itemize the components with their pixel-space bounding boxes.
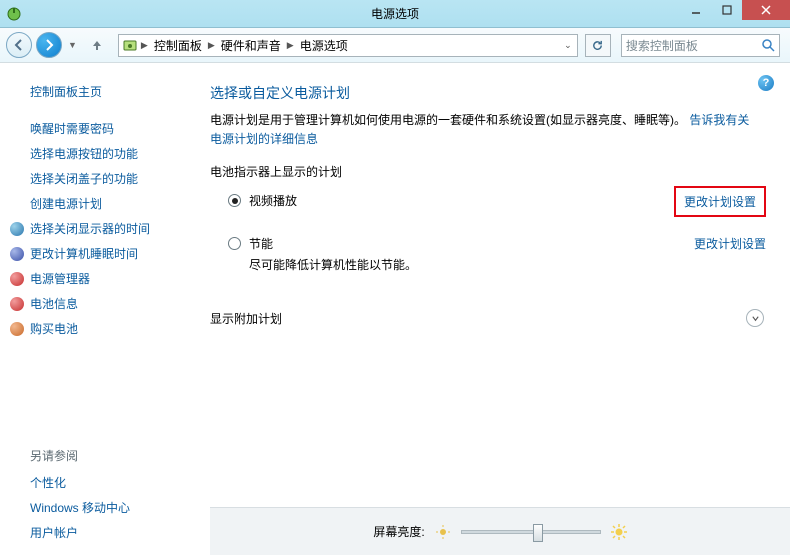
see-also-user-accounts[interactable]: 用户帐户 xyxy=(30,520,188,545)
window-title: 电源选项 xyxy=(371,5,419,22)
chevron-right-icon[interactable]: ▶ xyxy=(141,40,148,51)
sidebar-link-power-manager[interactable]: 电源管理器 xyxy=(10,266,188,291)
search-placeholder: 搜索控制面板 xyxy=(626,37,698,54)
maximize-button[interactable] xyxy=(711,0,742,20)
plan-radio-powersaver[interactable] xyxy=(228,237,241,250)
change-plan-settings-powersaver[interactable]: 更改计划设置 xyxy=(694,235,766,252)
chevron-right-icon[interactable]: ▶ xyxy=(208,40,215,51)
control-panel-home-link[interactable]: 控制面板主页 xyxy=(30,83,188,100)
page-description: 电源计划是用于管理计算机如何使用电源的一套硬件和系统设置(如显示器亮度、睡眠等)… xyxy=(210,111,750,149)
search-input[interactable]: 搜索控制面板 xyxy=(621,34,780,57)
history-dropdown[interactable]: ▼ xyxy=(68,40,77,50)
sun-bright-icon xyxy=(611,524,627,540)
search-icon[interactable] xyxy=(761,38,775,52)
app-icon xyxy=(6,6,22,22)
back-button[interactable] xyxy=(6,32,32,58)
sidebar-link-require-password[interactable]: 唤醒时需要密码 xyxy=(30,116,188,141)
brightness-slider[interactable] xyxy=(461,530,601,534)
see-also-mobility-center[interactable]: Windows 移动中心 xyxy=(30,495,188,520)
close-button[interactable] xyxy=(742,0,790,20)
sidebar-link-display-off-time[interactable]: 选择关闭显示器的时间 xyxy=(10,216,188,241)
section-plans-on-battery-meter: 电池指示器上显示的计划 xyxy=(210,163,768,180)
address-bar[interactable]: ▶ 控制面板 ▶ 硬件和声音 ▶ 电源选项 xyxy=(119,37,559,54)
forward-button[interactable] xyxy=(36,32,62,58)
help-icon[interactable]: ? xyxy=(758,75,774,91)
sidebar-link-close-lid-action[interactable]: 选择关闭盖子的功能 xyxy=(30,166,188,191)
breadcrumb-control-panel[interactable]: 控制面板 xyxy=(152,37,204,54)
power-icon xyxy=(10,272,24,286)
address-dropdown[interactable]: ⌄ xyxy=(559,40,577,51)
brightness-label: 屏幕亮度: xyxy=(373,523,424,540)
section-additional-plans: 显示附加计划 xyxy=(210,310,282,327)
brightness-thumb[interactable] xyxy=(533,524,543,542)
sidebar-link-buy-battery[interactable]: 购买电池 xyxy=(10,316,188,341)
breadcrumb-hardware-sound[interactable]: 硬件和声音 xyxy=(219,37,283,54)
monitor-icon xyxy=(10,222,24,236)
chevron-right-icon[interactable]: ▶ xyxy=(287,40,294,51)
change-plan-settings-video[interactable]: 更改计划设置 xyxy=(674,186,766,217)
breadcrumb-power-options[interactable]: 电源选项 xyxy=(298,37,350,54)
plan-name-powersaver: 节能 xyxy=(249,235,694,252)
refresh-button[interactable] xyxy=(585,34,611,57)
battery-icon xyxy=(10,297,24,311)
see-also-header: 另请参阅 xyxy=(30,447,188,464)
page-title: 选择或自定义电源计划 xyxy=(210,83,768,103)
sidebar-link-sleep-time[interactable]: 更改计算机睡眠时间 xyxy=(10,241,188,266)
moon-icon xyxy=(10,247,24,261)
control-panel-icon xyxy=(123,38,137,52)
see-also-personalization[interactable]: 个性化 xyxy=(30,470,188,495)
sun-dim-icon xyxy=(435,524,451,540)
plan-note-powersaver: 尽可能降低计算机性能以节能。 xyxy=(249,256,694,273)
expand-additional-plans[interactable] xyxy=(746,309,764,327)
plan-radio-video[interactable] xyxy=(228,194,241,207)
minimize-button[interactable] xyxy=(680,0,711,20)
plan-name-video: 视频播放 xyxy=(249,192,674,209)
sidebar-link-create-plan[interactable]: 创建电源计划 xyxy=(30,191,188,216)
sidebar-link-battery-info[interactable]: 电池信息 xyxy=(10,291,188,316)
shop-icon xyxy=(10,322,24,336)
sidebar-link-power-button-action[interactable]: 选择电源按钮的功能 xyxy=(30,141,188,166)
up-button[interactable] xyxy=(86,34,108,56)
